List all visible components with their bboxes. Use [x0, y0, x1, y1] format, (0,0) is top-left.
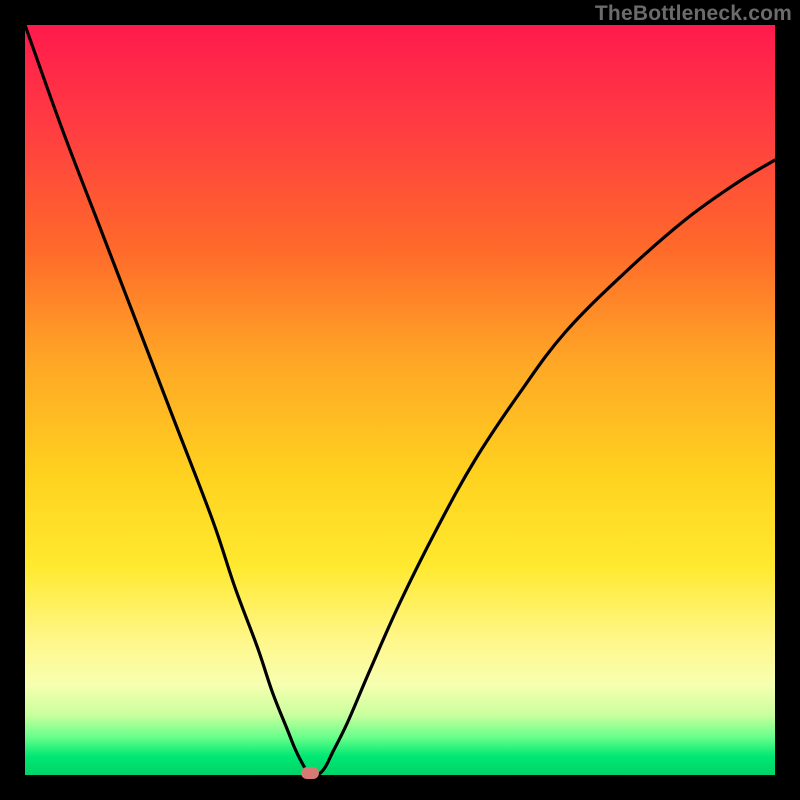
chart-frame: TheBottleneck.com: [0, 0, 800, 800]
watermark-text: TheBottleneck.com: [595, 2, 792, 26]
optimal-point-marker: [301, 767, 319, 779]
plot-area: [25, 25, 775, 775]
bottleneck-curve: [25, 25, 775, 775]
